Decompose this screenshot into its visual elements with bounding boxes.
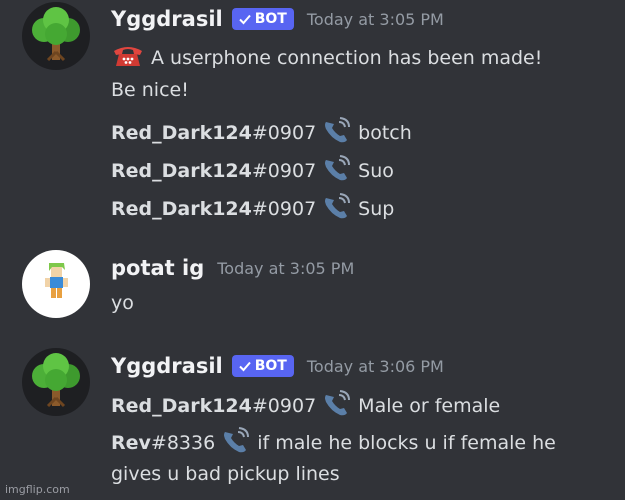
phone-icon — [320, 389, 354, 422]
remote-user-tag: #0907 — [251, 121, 317, 144]
phone-icon — [320, 192, 354, 225]
remote-username: Red_Dark124 — [111, 159, 252, 182]
phone-icon — [320, 154, 354, 187]
tree-avatar[interactable] — [22, 2, 90, 70]
message-text: yo — [111, 292, 134, 314]
message-text: Sup — [358, 197, 395, 220]
message-text: Suo — [358, 159, 394, 182]
phone-icon — [219, 426, 253, 459]
phone-icon — [320, 116, 354, 149]
message-timestamp[interactable]: Today at 3:06 PM — [307, 357, 444, 376]
message-timestamp[interactable]: Today at 3:05 PM — [217, 259, 354, 278]
bot-badge: BOT — [231, 355, 294, 377]
remote-username: Red_Dark124 — [111, 121, 252, 144]
message-text: A userphone connection has been made! — [151, 46, 543, 69]
author-name[interactable]: Yggdrasil — [111, 7, 223, 31]
remote-user-tag: #0907 — [251, 394, 317, 417]
message-timestamp[interactable]: Today at 3:05 PM — [307, 10, 444, 29]
message-line: gives u bad pickup lines — [111, 463, 340, 485]
message-text: if male he blocks u if female he — [257, 431, 556, 454]
remote-username: Red_Dark124 — [111, 197, 252, 220]
message-header: Yggdrasil BOT Today at 3:05 PM — [111, 7, 444, 31]
bot-label: BOT — [254, 11, 287, 27]
bot-badge: BOT — [231, 8, 294, 30]
red-telephone-icon — [111, 42, 145, 73]
remote-user-tag: #0907 — [251, 197, 317, 220]
checkmark-icon — [239, 361, 251, 372]
message-line: Red_Dark124 #0907 botch — [111, 116, 412, 149]
message-line: Red_Dark124 #0907 Sup — [111, 192, 394, 225]
tree-avatar[interactable] — [22, 348, 90, 416]
remote-user-tag: #0907 — [251, 159, 317, 182]
message-text: botch — [358, 121, 412, 144]
message-line: yo — [111, 292, 134, 314]
remote-username: Rev — [111, 431, 151, 454]
bot-label: BOT — [254, 358, 287, 374]
message-line: Red_Dark124 #0907 Suo — [111, 154, 394, 187]
author-name[interactable]: Yggdrasil — [111, 354, 223, 378]
message-text: Male or female — [358, 394, 501, 417]
watermark: imgflip.com — [5, 483, 70, 496]
message-header: Yggdrasil BOT Today at 3:06 PM — [111, 354, 444, 378]
message-text: Be nice! — [111, 79, 189, 101]
checkmark-icon — [239, 14, 251, 25]
message-line: Rev #8336 if male he blocks u if female h… — [111, 426, 556, 459]
message-line: A userphone connection has been made! — [111, 42, 542, 73]
message-text: gives u bad pickup lines — [111, 463, 340, 485]
message-line: Be nice! — [111, 79, 189, 101]
character-avatar[interactable] — [22, 250, 90, 318]
remote-user-tag: #8336 — [150, 431, 216, 454]
remote-username: Red_Dark124 — [111, 394, 252, 417]
message-header: potat ig Today at 3:05 PM — [111, 256, 354, 280]
message-line: Red_Dark124 #0907 Male or female — [111, 389, 500, 422]
author-name[interactable]: potat ig — [111, 256, 204, 280]
